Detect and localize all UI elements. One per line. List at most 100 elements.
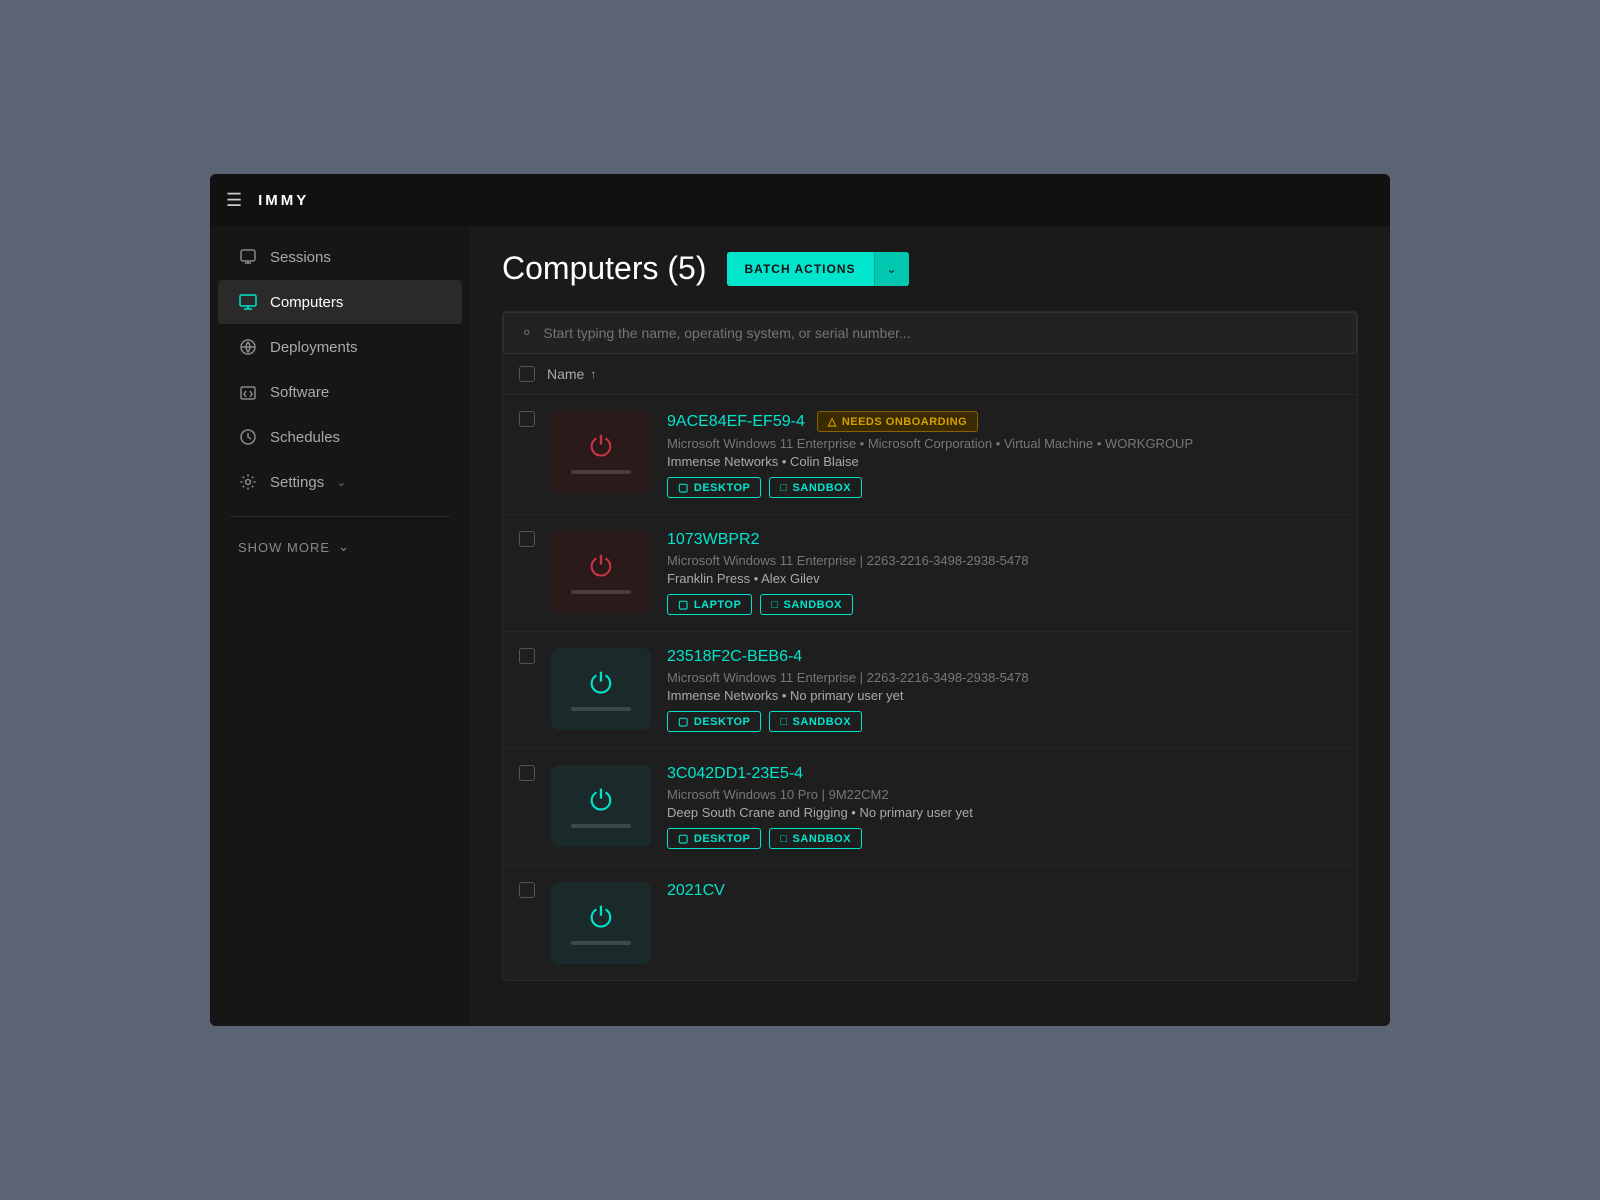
tag-label: SANDBOX bbox=[783, 599, 842, 611]
select-all-checkbox[interactable] bbox=[519, 366, 535, 382]
row-checkbox[interactable] bbox=[519, 648, 535, 664]
app-window: ☰ IMMY Sessions bbox=[210, 174, 1390, 1026]
tag-label: SANDBOX bbox=[793, 833, 852, 845]
search-input[interactable] bbox=[543, 325, 1340, 341]
monitor-base bbox=[571, 590, 631, 594]
monitor-base bbox=[571, 941, 631, 945]
power-icon: ⏻ bbox=[590, 668, 612, 701]
tag-sandbox: □ SANDBOX bbox=[769, 477, 862, 498]
page-header: Computers (5) BATCH ACTIONS ⌄ bbox=[502, 250, 1358, 287]
power-icon: ⏻ bbox=[590, 551, 612, 584]
computer-thumbnail: ⏻ bbox=[551, 882, 651, 964]
computer-thumbnail: ⏻ bbox=[551, 765, 651, 847]
tag-laptop: ▢ LAPTOP bbox=[667, 594, 752, 615]
show-more-label: SHOW MORE bbox=[238, 540, 330, 555]
power-icon: ⏻ bbox=[590, 785, 612, 818]
sandbox-tag-icon: □ bbox=[780, 833, 787, 845]
table-row: ⏻ 9ACE84EF-EF59-4 △ NEEDS ONBOARDING Mic… bbox=[503, 395, 1357, 515]
needs-onboarding-badge: △ NEEDS ONBOARDING bbox=[817, 411, 978, 432]
sidebar-divider bbox=[230, 516, 450, 517]
computer-tags: ▢ DESKTOP □ SANDBOX bbox=[667, 711, 1341, 732]
sidebar-item-software[interactable]: Software bbox=[218, 370, 462, 414]
batch-actions-button[interactable]: BATCH ACTIONS ⌄ bbox=[727, 252, 909, 286]
computer-info: 9ACE84EF-EF59-4 △ NEEDS ONBOARDING Micro… bbox=[667, 411, 1341, 498]
desktop-tag-icon: ▢ bbox=[678, 832, 689, 845]
computer-name[interactable]: 23518F2C-BEB6-4 bbox=[667, 648, 802, 666]
row-checkbox[interactable] bbox=[519, 411, 535, 427]
sidebar-item-label: Deployments bbox=[270, 339, 358, 356]
monitor-base bbox=[571, 707, 631, 711]
computer-name-row: 1073WBPR2 bbox=[667, 531, 1341, 549]
row-checkbox[interactable] bbox=[519, 882, 535, 898]
computer-meta: Microsoft Windows 11 Enterprise • Micros… bbox=[667, 436, 1341, 451]
power-icon: ⏻ bbox=[590, 431, 612, 464]
main-layout: Sessions Computers bbox=[210, 226, 1390, 1026]
schedules-icon bbox=[238, 427, 258, 447]
computer-name-row: 9ACE84EF-EF59-4 △ NEEDS ONBOARDING bbox=[667, 411, 1341, 432]
laptop-tag-icon: ▢ bbox=[678, 598, 689, 611]
computer-name[interactable]: 9ACE84EF-EF59-4 bbox=[667, 413, 805, 431]
sidebar: Sessions Computers bbox=[210, 226, 470, 1026]
tag-sandbox: □ SANDBOX bbox=[769, 711, 862, 732]
sidebar-item-computers[interactable]: Computers bbox=[218, 280, 462, 324]
computer-thumbnail: ⏻ bbox=[551, 531, 651, 613]
computer-meta: Microsoft Windows 11 Enterprise | 2263-2… bbox=[667, 553, 1341, 568]
tag-label: SANDBOX bbox=[793, 482, 852, 494]
search-icon: ⚬ bbox=[520, 323, 533, 343]
sessions-icon bbox=[238, 247, 258, 267]
tag-label: LAPTOP bbox=[694, 599, 741, 611]
computer-user: Deep South Crane and Rigging • No primar… bbox=[667, 805, 1341, 820]
computer-meta: Microsoft Windows 11 Enterprise | 2263-2… bbox=[667, 670, 1341, 685]
row-checkbox[interactable] bbox=[519, 765, 535, 781]
show-more-chevron-icon: ⌄ bbox=[338, 539, 350, 555]
computer-info: 2021CV bbox=[667, 882, 1341, 904]
monitor-base bbox=[571, 824, 631, 828]
hamburger-icon[interactable]: ☰ bbox=[226, 190, 242, 211]
table-row: ⏻ 2021CV bbox=[503, 866, 1357, 980]
sandbox-tag-icon: □ bbox=[771, 599, 778, 611]
sidebar-item-label: Software bbox=[270, 384, 329, 401]
tag-label: SANDBOX bbox=[793, 716, 852, 728]
computer-name[interactable]: 2021CV bbox=[667, 882, 725, 900]
sidebar-item-label: Computers bbox=[270, 294, 343, 311]
computer-name[interactable]: 3C042DD1-23E5-4 bbox=[667, 765, 803, 783]
name-column-header[interactable]: Name ↑ bbox=[547, 366, 596, 382]
computers-icon bbox=[238, 292, 258, 312]
sandbox-tag-icon: □ bbox=[780, 716, 787, 728]
row-checkbox[interactable] bbox=[519, 531, 535, 547]
badge-label: NEEDS ONBOARDING bbox=[842, 416, 967, 428]
tag-desktop: ▢ DESKTOP bbox=[667, 477, 761, 498]
software-icon bbox=[238, 382, 258, 402]
sidebar-item-deployments[interactable]: Deployments bbox=[218, 325, 462, 369]
desktop-tag-icon: ▢ bbox=[678, 715, 689, 728]
tag-label: DESKTOP bbox=[694, 833, 750, 845]
name-header-label: Name bbox=[547, 366, 584, 382]
sidebar-item-settings[interactable]: Settings ⌄ bbox=[218, 460, 462, 504]
search-bar: ⚬ bbox=[503, 312, 1357, 354]
tag-sandbox: □ SANDBOX bbox=[769, 828, 862, 849]
batch-actions-chevron-icon: ⌄ bbox=[874, 252, 909, 286]
sidebar-item-label: Schedules bbox=[270, 429, 340, 446]
desktop-tag-icon: ▢ bbox=[678, 481, 689, 494]
sort-icon: ↑ bbox=[590, 367, 596, 381]
tag-label: DESKTOP bbox=[694, 482, 750, 494]
page-title: Computers (5) bbox=[502, 250, 707, 287]
show-more-button[interactable]: SHOW MORE ⌄ bbox=[210, 529, 470, 565]
tag-desktop: ▢ DESKTOP bbox=[667, 711, 761, 732]
batch-actions-label: BATCH ACTIONS bbox=[727, 252, 874, 286]
table-row: ⏻ 3C042DD1-23E5-4 Microsoft Windows 10 P… bbox=[503, 749, 1357, 866]
computer-name-row: 23518F2C-BEB6-4 bbox=[667, 648, 1341, 666]
sidebar-item-label: Sessions bbox=[270, 249, 331, 266]
computer-name[interactable]: 1073WBPR2 bbox=[667, 531, 760, 549]
table-row: ⏻ 1073WBPR2 Microsoft Windows 11 Enterpr… bbox=[503, 515, 1357, 632]
settings-icon bbox=[238, 472, 258, 492]
computer-info: 1073WBPR2 Microsoft Windows 11 Enterpris… bbox=[667, 531, 1341, 615]
sidebar-item-label: Settings bbox=[270, 474, 324, 491]
computer-name-row: 3C042DD1-23E5-4 bbox=[667, 765, 1341, 783]
sidebar-item-schedules[interactable]: Schedules bbox=[218, 415, 462, 459]
sidebar-item-sessions[interactable]: Sessions bbox=[218, 235, 462, 279]
computer-user: Immense Networks • No primary user yet bbox=[667, 688, 1341, 703]
computer-meta: Microsoft Windows 10 Pro | 9M22CM2 bbox=[667, 787, 1341, 802]
monitor-base bbox=[571, 470, 631, 474]
computer-info: 23518F2C-BEB6-4 Microsoft Windows 11 Ent… bbox=[667, 648, 1341, 732]
